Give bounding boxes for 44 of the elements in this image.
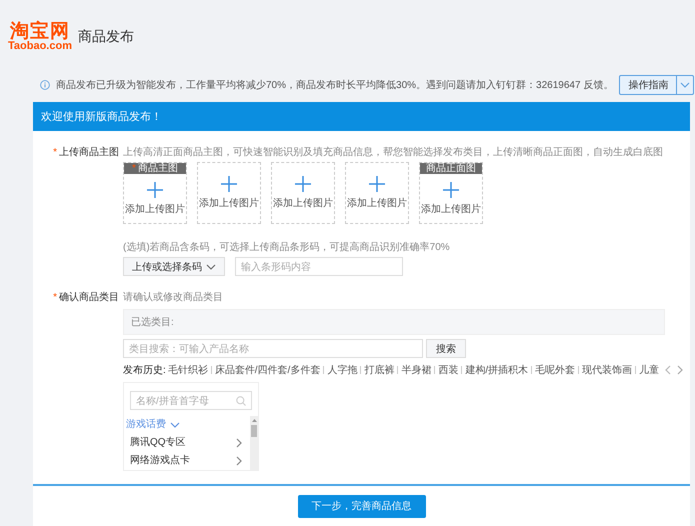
chevron-right-icon[interactable] — [677, 365, 684, 375]
image-upload-slot[interactable]: 添加上传图片 — [345, 162, 409, 224]
chevron-down-icon — [170, 422, 180, 428]
category-item[interactable]: 腾讯QQ专区 — [124, 434, 250, 452]
history-link[interactable]: 现代装饰画 — [582, 363, 632, 377]
image-upload-slot[interactable]: 添加上传图片 — [271, 162, 335, 224]
scroll-up-icon[interactable] — [252, 418, 256, 422]
caret-icon — [206, 264, 216, 270]
page-title: 商品发布 — [78, 28, 134, 46]
barcode-dropdown[interactable]: 上传或选择条码 — [123, 257, 225, 276]
category-item[interactable]: 网络游戏点卡 — [124, 452, 250, 470]
history-link[interactable]: 半身裙 — [401, 363, 432, 377]
hint-text: (选填)若商品含条码，可选择上传商品条形码，可提高商品识别准确率70% — [123, 240, 451, 254]
chevron-left-icon[interactable] — [665, 365, 672, 375]
history-link[interactable]: 儿童 — [639, 363, 660, 377]
plus-icon — [221, 176, 237, 192]
scrollbar[interactable] — [250, 416, 258, 470]
plus-icon — [369, 176, 385, 192]
next-step-button[interactable]: 下一步，完善商品信息 — [298, 494, 426, 518]
image-upload-slot[interactable]: 添加上传图片 — [197, 162, 261, 224]
plus-icon — [147, 182, 163, 198]
search-button[interactable]: 搜索 — [426, 339, 466, 358]
notice-text: 商品发布已升级为智能发布，工作量平均将减少70%，商品发布时长平均降低30%。遇到问题请加入钉钉群：32619647 反馈。 — [56, 78, 614, 92]
history-link[interactable]: 人字拖 — [327, 363, 358, 377]
search-icon — [236, 396, 246, 406]
history-link[interactable]: 西装 — [438, 363, 458, 377]
history-label: 发布历史: — [123, 364, 166, 377]
history-link[interactable]: 打底裤 — [364, 363, 394, 377]
selected-category-box: 已选类目: — [123, 309, 665, 335]
history-link[interactable]: 毛呢外套 — [535, 363, 576, 377]
plus-icon — [295, 176, 311, 192]
history-link[interactable]: 建构/拼插积木 — [465, 363, 528, 377]
image-upload-slot[interactable]: 商品正面图 添加上传图片 — [419, 162, 483, 224]
hint-text: 上传高清正面商品主图，可快速智能识别及填充商品信息，帮您智能选择发布类目，上传清晰商品正面图，自动生成白底图 — [123, 146, 664, 159]
caret-icon — [680, 82, 690, 88]
plus-icon — [443, 182, 459, 198]
panel-title: 欢迎使用新版商品发布！ — [33, 102, 690, 131]
field-label: * 确认商品类目 — [52, 290, 120, 304]
hint-text: 请确认或修改商品类目 — [123, 290, 224, 304]
field-label: * 上传商品主图 — [52, 146, 120, 159]
image-upload-slot[interactable]: * 商品主图 添加上传图片 — [123, 162, 187, 224]
history-link[interactable]: 毛针织衫 — [168, 363, 208, 377]
info-icon — [40, 80, 50, 90]
history-link[interactable]: 床品套件/四件套/多件套 — [214, 363, 320, 377]
